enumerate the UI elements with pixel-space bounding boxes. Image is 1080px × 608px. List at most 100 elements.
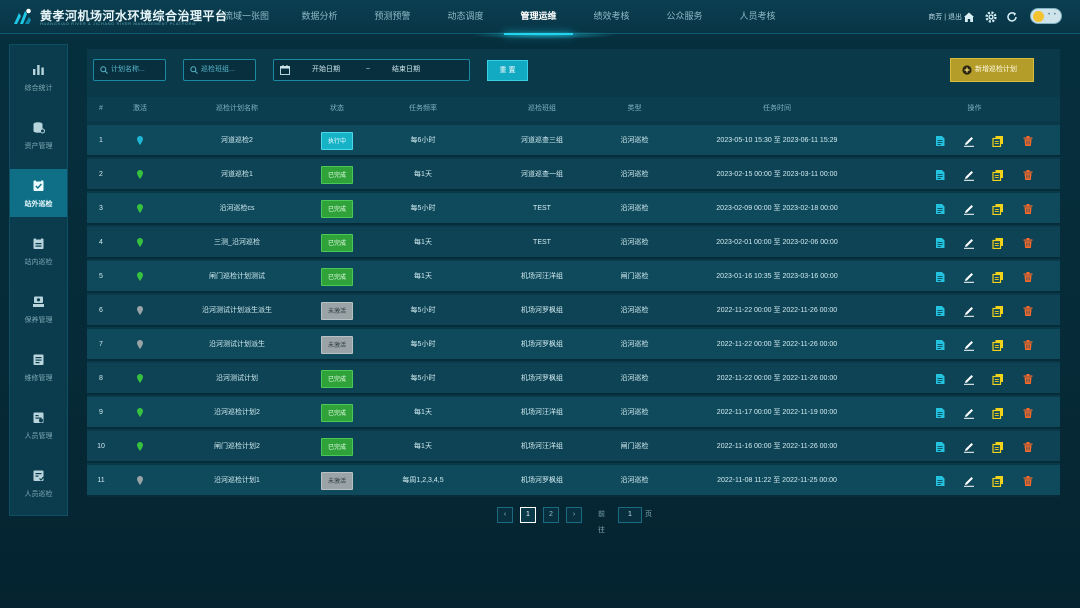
table-row[interactable]: 1 河道巡检2 执行中 每6小时 河道巡查三组 沿河巡检 2023-05-10 15:30 … xyxy=(87,125,1060,157)
edit-pencil-icon[interactable] xyxy=(963,237,975,249)
add-inspection-plan-button[interactable]: 新增巡检计划 xyxy=(950,58,1034,82)
view-document-icon[interactable] xyxy=(934,169,946,181)
sidebar-item-statistics[interactable]: 综合统计 xyxy=(10,53,67,101)
delete-trash-icon[interactable] xyxy=(1022,475,1034,487)
edit-pencil-icon[interactable] xyxy=(963,305,975,317)
delete-trash-icon[interactable] xyxy=(1022,237,1034,249)
inspection-team: 机场河罗枫组 xyxy=(521,477,563,484)
view-document-icon[interactable] xyxy=(934,305,946,317)
view-document-icon[interactable] xyxy=(934,135,946,147)
edit-pencil-icon[interactable] xyxy=(963,373,975,385)
sidebar-item-staff[interactable]: 人员管理 xyxy=(10,401,67,449)
copy-icon[interactable] xyxy=(992,339,1004,351)
delete-trash-icon[interactable] xyxy=(1022,135,1034,147)
nav-forecast-warning[interactable]: 预测预警 xyxy=(356,0,429,34)
view-document-icon[interactable] xyxy=(934,441,946,453)
date-range-picker[interactable]: 开始日期 ~ 结束日期 xyxy=(273,59,470,81)
active-pin-icon xyxy=(137,442,143,451)
home-icon[interactable] xyxy=(962,10,976,24)
next-page-button[interactable]: › xyxy=(566,507,582,523)
table-row[interactable]: 6 沿河测试计划派生派生 未激活 每5小时 机场河罗枫组 沿河巡检 2022-11-22 0… xyxy=(87,295,1060,327)
delete-trash-icon[interactable] xyxy=(1022,271,1034,283)
nav-operations[interactable]: 管理运维 xyxy=(502,0,575,35)
inspection-team: TEST xyxy=(533,239,551,246)
view-document-icon[interactable] xyxy=(934,203,946,215)
prev-page-button[interactable]: ‹ xyxy=(497,507,513,523)
sidebar-item-inside-inspection[interactable]: 站内巡检 xyxy=(10,227,67,275)
edit-pencil-icon[interactable] xyxy=(963,169,975,181)
table-row[interactable]: 2 河道巡检1 已完成 每1天 河道巡查一组 沿河巡检 2023-02-15 00:00 至… xyxy=(87,159,1060,191)
team-placeholder: 巡检班组... xyxy=(201,66,235,73)
table-row[interactable]: 10 闸门巡检计划2 已完成 每1天 机场河汪洋组 闸门巡检 2022-11-16 00:0… xyxy=(87,431,1060,463)
nav-staff-assessment[interactable]: 人员考核 xyxy=(721,0,794,34)
delete-trash-icon[interactable] xyxy=(1022,441,1034,453)
table-row[interactable]: 11 沿河巡检计划1 未激活 每周1,2,3,4,5 机场河罗枫组 沿河巡检 2022-11… xyxy=(87,465,1060,497)
copy-icon[interactable] xyxy=(992,407,1004,419)
theme-toggle[interactable]: • • xyxy=(1030,8,1062,24)
view-document-icon[interactable] xyxy=(934,339,946,351)
copy-icon[interactable] xyxy=(992,203,1004,215)
view-document-icon[interactable] xyxy=(934,475,946,487)
delete-trash-icon[interactable] xyxy=(1022,305,1034,317)
copy-icon[interactable] xyxy=(992,135,1004,147)
table-row[interactable]: 5 闸门巡检计划测试 已完成 每1天 机场河汪洋组 闸门巡检 2023-01-16 10:3… xyxy=(87,261,1060,293)
task-frequency: 每5小时 xyxy=(410,375,436,382)
view-document-icon[interactable] xyxy=(934,271,946,283)
copy-icon[interactable] xyxy=(992,475,1004,487)
page-button-1[interactable]: 1 xyxy=(520,507,536,523)
table-row[interactable]: 8 沿河测试计划 已完成 每5小时 机场河罗枫组 沿河巡检 2022-11-22 00:00… xyxy=(87,363,1060,395)
refresh-icon[interactable] xyxy=(1005,10,1019,24)
copy-icon[interactable] xyxy=(992,373,1004,385)
sidebar-item-assets[interactable]: 资产管理 xyxy=(10,111,67,159)
edit-pencil-icon[interactable] xyxy=(963,441,975,453)
app-subtitle: HUANGXIAO RIVER & JICHANG RIVER MANAGEME… xyxy=(40,21,197,26)
copy-icon[interactable] xyxy=(992,271,1004,283)
plan-name-search-input[interactable]: 计划名称... xyxy=(93,59,166,81)
view-document-icon[interactable] xyxy=(934,237,946,249)
edit-pencil-icon[interactable] xyxy=(963,271,975,283)
nav-public-service[interactable]: 公众服务 xyxy=(648,0,721,34)
edit-pencil-icon[interactable] xyxy=(963,339,975,351)
date-separator: ~ xyxy=(366,66,371,73)
gear-icon[interactable] xyxy=(984,10,998,24)
nav-performance[interactable]: 绩效考核 xyxy=(575,0,648,34)
sidebar-item-outside-inspection[interactable]: 站外巡检 xyxy=(10,169,67,217)
user-logout-link[interactable]: 商芳 | 退出 xyxy=(928,12,962,22)
table-row[interactable]: 3 沿河巡检cs 已完成 每5小时 TEST 沿河巡检 2023-02-09 00:00 至… xyxy=(87,193,1060,225)
sidebar-item-maintenance[interactable]: 保养管理 xyxy=(10,285,67,333)
table-row[interactable]: 7 沿河测试计划派生 未激活 每5小时 机场河罗枫组 沿河巡检 2022-11-22 00:… xyxy=(87,329,1060,361)
delete-trash-icon[interactable] xyxy=(1022,169,1034,181)
nav-overview-map[interactable]: 流域一张图 xyxy=(210,0,283,34)
copy-icon[interactable] xyxy=(992,305,1004,317)
col-task-time: 任务时间 xyxy=(763,105,791,112)
team-search-input[interactable]: 巡检班组... xyxy=(183,59,256,81)
sidebar-label: 人员巡检 xyxy=(24,491,53,498)
sidebar-item-staff-inspection[interactable]: 人员巡检 xyxy=(10,459,67,507)
logo-icon xyxy=(14,8,31,24)
table-row[interactable]: 4 三测_沿河巡检 已完成 每1天 TEST 沿河巡检 2023-02-01 00:00 至… xyxy=(87,227,1060,259)
delete-trash-icon[interactable] xyxy=(1022,203,1034,215)
view-document-icon[interactable] xyxy=(934,407,946,419)
delete-trash-icon[interactable] xyxy=(1022,339,1034,351)
delete-trash-icon[interactable] xyxy=(1022,407,1034,419)
table-row[interactable]: 9 沿河巡检计划2 已完成 每1天 机场河汪洋组 沿河巡检 2022-11-17 00:00… xyxy=(87,397,1060,429)
goto-page-input[interactable]: 1 xyxy=(618,507,642,523)
edit-pencil-icon[interactable] xyxy=(963,475,975,487)
copy-icon[interactable] xyxy=(992,441,1004,453)
view-document-icon[interactable] xyxy=(934,373,946,385)
row-index: 1 xyxy=(99,137,103,144)
date-start: 开始日期 xyxy=(312,66,340,73)
reset-button[interactable]: 重 置 xyxy=(487,60,528,81)
nav-dynamic-dispatch[interactable]: 动态调度 xyxy=(429,0,502,34)
page-button-2[interactable]: 2 xyxy=(543,507,559,523)
edit-pencil-icon[interactable] xyxy=(963,203,975,215)
edit-pencil-icon[interactable] xyxy=(963,135,975,147)
delete-trash-icon[interactable] xyxy=(1022,373,1034,385)
plan-name: 沿河巡检计划1 xyxy=(214,477,260,484)
nav-data-analysis[interactable]: 数据分析 xyxy=(283,0,356,34)
copy-icon[interactable] xyxy=(992,169,1004,181)
inspection-type: 沿河巡检 xyxy=(620,307,649,314)
copy-icon[interactable] xyxy=(992,237,1004,249)
sidebar-item-repair[interactable]: 维修管理 xyxy=(10,343,67,391)
edit-pencil-icon[interactable] xyxy=(963,407,975,419)
